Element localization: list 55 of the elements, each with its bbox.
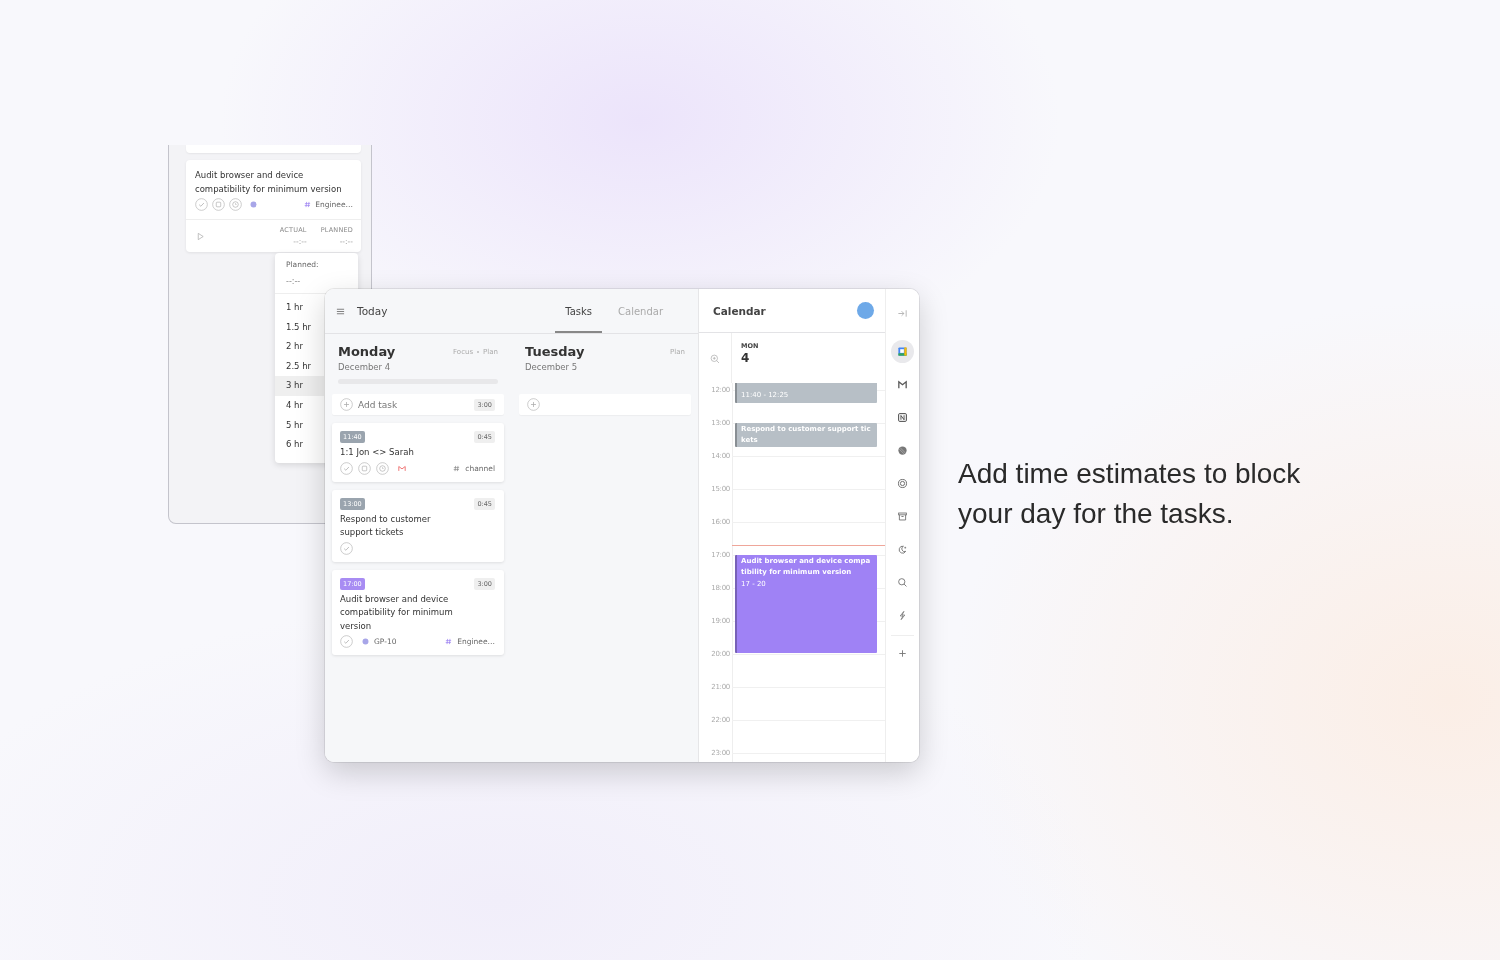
menu-item[interactable]: 3 hr (275, 376, 324, 396)
menu-item[interactable]: 2.5 hr (275, 356, 324, 377)
disc-icon (362, 638, 369, 645)
hash-icon (453, 464, 461, 472)
mail-icon (398, 464, 406, 472)
check-icon[interactable] (340, 541, 353, 555)
task-title: Audit browser and device compatibility for minimum version (195, 169, 343, 196)
clock-icon[interactable] (376, 461, 389, 475)
archive-icon (897, 511, 909, 522)
check-icon[interactable] (195, 198, 208, 211)
task-title: 1:1 Jon <> Sarah (340, 446, 415, 459)
menu-item[interactable]: 6 hr (275, 435, 324, 455)
play-icon[interactable] (196, 231, 205, 241)
check-icon[interactable] (340, 461, 353, 475)
day-number: 4 (741, 351, 751, 365)
hash-icon (445, 638, 453, 645)
check-icon[interactable] (340, 635, 353, 648)
mail-icon (897, 379, 909, 390)
clock-icon[interactable] (229, 198, 242, 211)
target-icon (897, 478, 909, 489)
collapse-icon (897, 308, 909, 319)
disc-icon (897, 445, 909, 456)
menu-item[interactable]: 2 hr (275, 337, 324, 357)
planned-value[interactable]: --:-- (286, 277, 358, 286)
moon-icon (897, 544, 909, 555)
disc-icon (250, 201, 257, 208)
notebook-icon (897, 412, 909, 423)
plus-icon[interactable] (340, 398, 353, 411)
hash-icon (304, 201, 312, 208)
task-title: Audit browser and device compatibility for minimum version (340, 592, 454, 633)
calendar-icon (897, 346, 909, 357)
add-task-row[interactable] (519, 394, 691, 415)
menu-item[interactable]: 5 hr (275, 415, 324, 436)
plus-icon[interactable] (527, 398, 540, 411)
day-date: December 4 (338, 362, 392, 372)
headline: Add time estimates to block your day for the tasks. (958, 457, 1302, 531)
zoom-in-icon[interactable] (710, 354, 720, 364)
add-task-label: Add task (358, 399, 398, 410)
avatar[interactable] (857, 302, 875, 319)
plus-icon (897, 648, 909, 659)
calendar-icon[interactable] (358, 461, 371, 475)
calendar-icon[interactable] (212, 198, 225, 211)
task-title: Respond to customer support tickets (340, 512, 432, 539)
day-name: Tuesday (525, 344, 585, 359)
menu-item[interactable]: 4 hr (275, 395, 324, 416)
menu-item[interactable]: 1 hr (275, 298, 324, 318)
day-name: Monday (338, 344, 396, 359)
rail-button[interactable] (891, 340, 915, 363)
tab[interactable]: Tasks (555, 289, 603, 333)
search-icon (897, 577, 909, 588)
menu-item[interactable]: 1.5 hr (275, 317, 324, 338)
menu-icon[interactable] (336, 306, 345, 316)
page-title: Today (357, 305, 388, 317)
calendar-title: Calendar (713, 304, 766, 317)
day-date: December 5 (525, 362, 579, 372)
